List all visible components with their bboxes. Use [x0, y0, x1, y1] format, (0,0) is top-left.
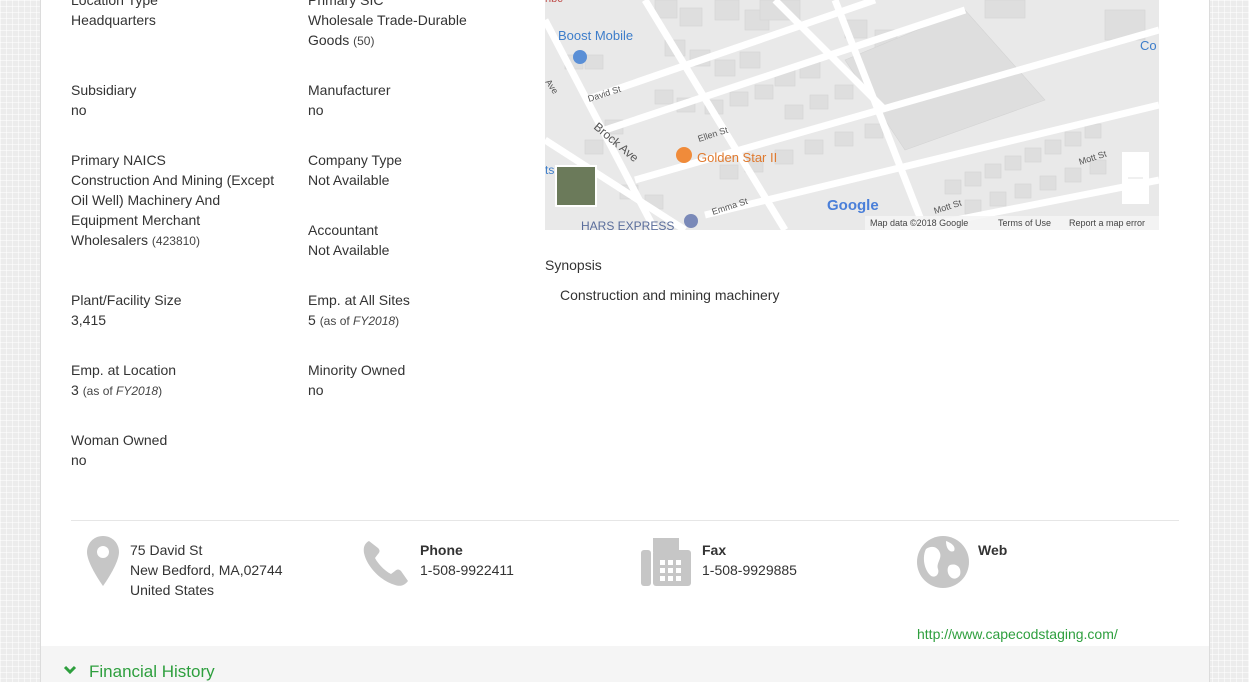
field-primary-sic: Primary SIC Wholesale Trade-Durable Good…	[308, 0, 467, 51]
field-label: Woman Owned	[71, 432, 168, 448]
financial-history-toggle[interactable]: Financial History	[41, 646, 1209, 682]
google-logo: Google	[827, 197, 879, 214]
field-value: 3 (as of FY2018)	[71, 380, 176, 401]
as-of-close: )	[395, 314, 400, 328]
field-manufacturer: Manufacturer no	[308, 80, 390, 120]
field-value: 3,415	[71, 312, 107, 328]
field-value: Not Available	[308, 242, 390, 258]
field-accountant: Accountant Not Available	[308, 220, 389, 260]
field-label: Company Type	[308, 152, 402, 168]
field-value-line: Goods (50)	[308, 30, 467, 51]
field-value: no	[308, 102, 324, 118]
field-label: Minority Owned	[308, 362, 406, 378]
address-line: New Bedford, MA,02744	[130, 562, 283, 578]
map-canvas[interactable]: David St Ellen St Emma St Mott St Mott S…	[545, 0, 1159, 230]
field-primary-naics: Primary NAICS Construction And Mining (E…	[71, 150, 274, 251]
as-of-close: )	[158, 384, 163, 398]
sic-description: Goods	[308, 32, 350, 48]
emp-count: 3	[71, 382, 79, 398]
shopping-pin-icon[interactable]	[573, 50, 587, 64]
field-label: Plant/Facility Size	[71, 292, 182, 308]
field-label: Accountant	[308, 222, 379, 238]
naics-code: (423810)	[151, 234, 200, 248]
website-link[interactable]: http://www.capecodstaging.com/	[917, 626, 1118, 642]
section-divider	[71, 520, 1179, 521]
field-value-line: Wholesale Trade-Durable	[308, 12, 467, 28]
field-value: no	[71, 102, 87, 118]
field-subsidiary: Subsidiary no	[71, 80, 136, 120]
company-profile-panel: Location Type Headquarters Subsidiary no…	[40, 0, 1210, 682]
naics-description: Wholesalers	[71, 232, 149, 248]
as-of-text: (as of	[319, 314, 350, 328]
field-location-type: Location Type Headquarters	[71, 0, 158, 30]
field-value: Not Available	[308, 172, 390, 188]
poi-label[interactable]: Boost Mobile	[558, 28, 633, 43]
fax-number: 1-508-9929885	[702, 562, 797, 578]
financial-history-label[interactable]: Financial History	[89, 662, 215, 682]
synopsis-label: Synopsis	[545, 257, 602, 273]
field-label: Primary SIC	[308, 0, 384, 8]
poi-label[interactable]: ts	[545, 163, 554, 177]
field-minority-owned: Minority Owned no	[308, 360, 405, 400]
synopsis-text: Construction and mining machinery	[560, 287, 780, 303]
poi-label[interactable]: HARS EXPRESS	[581, 219, 674, 230]
field-value-line: Wholesalers (423810)	[71, 230, 274, 251]
globe-icon	[917, 536, 969, 588]
field-emp-location: Emp. at Location 3 (as of FY2018)	[71, 360, 176, 401]
fiscal-year: FY2018	[116, 384, 159, 398]
satellite-toggle[interactable]	[555, 165, 597, 207]
phone-title: Phone	[420, 542, 463, 558]
address-line: 75 David St	[130, 542, 203, 558]
poi-label[interactable]: Golden Star II	[697, 150, 777, 165]
field-value: no	[308, 382, 324, 398]
map-report-link[interactable]: Report a map error	[1069, 218, 1145, 228]
as-of-note: (as of FY2018)	[83, 384, 162, 398]
emp-count: 5	[308, 312, 316, 328]
restaurant-pin-icon[interactable]	[676, 147, 692, 163]
field-label: Subsidiary	[71, 82, 137, 98]
as-of-text: (as of	[82, 384, 113, 398]
field-value: Headquarters	[71, 12, 156, 28]
field-emp-all-sites: Emp. at All Sites 5 (as of FY2018)	[308, 290, 410, 331]
fax-title: Fax	[702, 542, 727, 558]
phone-icon	[363, 541, 408, 586]
poi-label[interactable]: Co	[1140, 38, 1157, 53]
field-value: 5 (as of FY2018)	[308, 310, 410, 331]
map-data-attribution: Map data ©2018 Google	[870, 218, 968, 228]
chevron-down-icon	[63, 665, 77, 675]
field-woman-owned: Woman Owned no	[71, 430, 167, 470]
sic-code: (50)	[353, 34, 375, 48]
field-value-line: Equipment Merchant	[71, 212, 201, 228]
map-terms-link[interactable]: Terms of Use	[998, 218, 1051, 228]
field-label: Emp. at All Sites	[308, 292, 410, 308]
gas-station-icon[interactable]	[684, 214, 698, 228]
poi-label[interactable]: nbc	[545, 0, 563, 5]
address-line: United States	[130, 582, 215, 598]
field-label: Emp. at Location	[71, 362, 177, 378]
field-company-type: Company Type Not Available	[308, 150, 402, 190]
field-label: Primary NAICS	[71, 152, 166, 168]
phone-number[interactable]: 1-508-9922411	[420, 560, 570, 580]
field-value: no	[71, 452, 87, 468]
location-map[interactable]: David St Ellen St Emma St Mott St Mott S…	[545, 0, 1159, 230]
as-of-note: (as of FY2018)	[320, 314, 399, 328]
fiscal-year: FY2018	[353, 314, 396, 328]
location-pin-icon	[87, 536, 119, 586]
fax-icon	[641, 538, 691, 586]
web-title: Web	[978, 542, 1008, 558]
field-label: Location Type	[71, 0, 158, 8]
field-label: Manufacturer	[308, 82, 391, 98]
field-value-line: Oil Well) Machinery And	[71, 192, 221, 208]
field-value-line: Construction And Mining (Except	[71, 172, 275, 188]
field-plant-size: Plant/Facility Size 3,415	[71, 290, 181, 330]
